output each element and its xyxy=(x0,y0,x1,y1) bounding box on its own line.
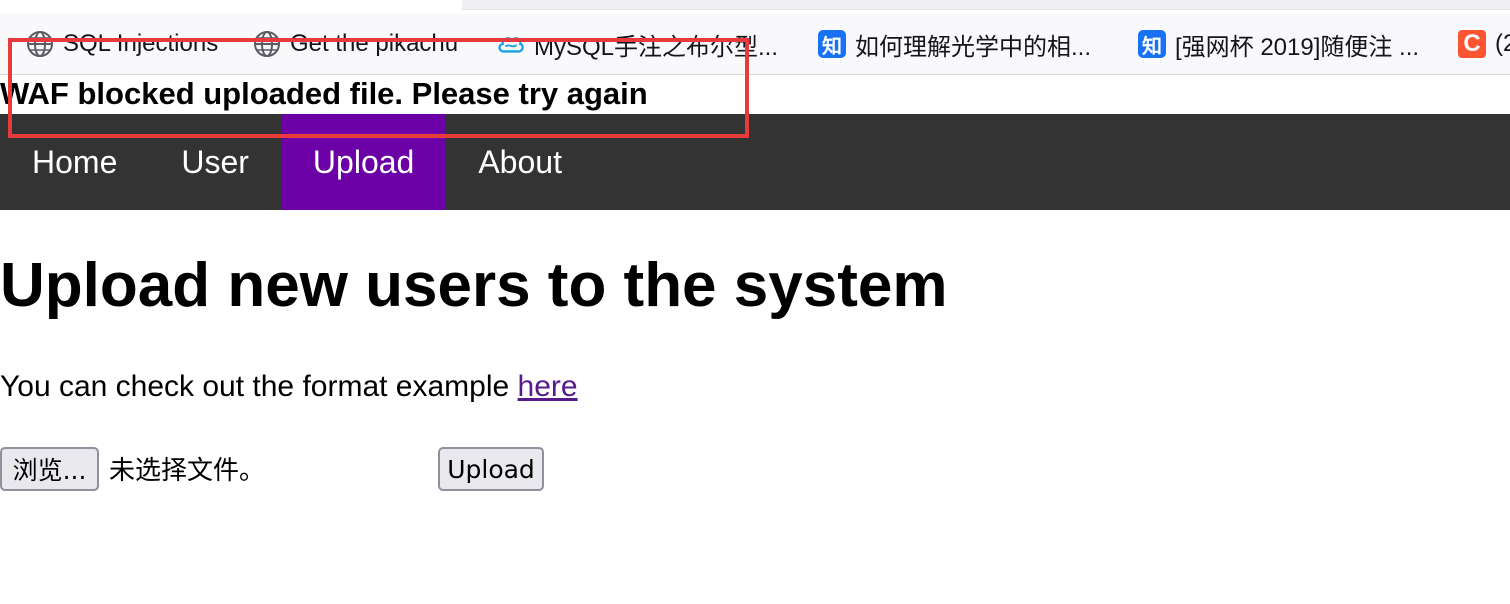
nav-home[interactable]: Home xyxy=(0,114,149,210)
format-example-link[interactable]: here xyxy=(518,370,578,403)
csdn-icon: C xyxy=(1458,30,1486,58)
bookmark-label: Get the pikachu xyxy=(290,30,459,57)
tab-strip-edge xyxy=(462,0,1510,10)
format-example-text: You can check out the format example her… xyxy=(0,370,578,404)
bookmark-zhihu-qwb[interactable]: 知 [强网杯 2019]随便注 ... xyxy=(1138,14,1419,74)
no-file-selected-text: 未选择文件。 xyxy=(109,455,266,485)
nav-upload[interactable]: Upload xyxy=(280,114,447,210)
nav-user[interactable]: User xyxy=(149,114,281,210)
browse-file-button[interactable]: 浏览... xyxy=(0,447,99,491)
bookmark-label: (2 xyxy=(1495,30,1510,57)
bookmark-label: 如何理解光学中的相... xyxy=(855,33,1092,61)
cloud-icon xyxy=(497,30,525,58)
bookmark-label: [强网杯 2019]随便注 ... xyxy=(1175,33,1420,61)
nav-about[interactable]: About xyxy=(446,114,594,210)
bookmarks-bar: SQL Injections Get the pikachu MySQL手注之布… xyxy=(0,14,1510,75)
bookmark-sql-injections[interactable]: SQL Injections xyxy=(26,14,218,74)
bookmark-label: MySQL手注之布尔型... xyxy=(534,33,779,61)
waf-blocked-message: WAF blocked uploaded file. Please try ag… xyxy=(0,76,648,111)
example-text: You can check out the format example xyxy=(0,370,518,403)
bookmark-label: SQL Injections xyxy=(63,30,219,57)
upload-button[interactable]: Upload xyxy=(438,447,544,491)
bookmark-get-the-pikachu[interactable]: Get the pikachu xyxy=(253,14,458,74)
globe-icon xyxy=(253,30,281,58)
bookmark-csdn[interactable]: C (2 xyxy=(1458,14,1510,74)
zhihu-icon: 知 xyxy=(1138,30,1166,58)
browser-top-strip xyxy=(0,0,1510,10)
bookmark-mysql[interactable]: MySQL手注之布尔型... xyxy=(497,14,778,74)
page-title: Upload new users to the system xyxy=(0,251,948,320)
globe-icon xyxy=(26,30,54,58)
bookmark-zhihu-optics[interactable]: 知 如何理解光学中的相... xyxy=(818,14,1091,74)
zhihu-icon: 知 xyxy=(818,30,846,58)
top-nav: Home User Upload About xyxy=(0,114,1510,210)
